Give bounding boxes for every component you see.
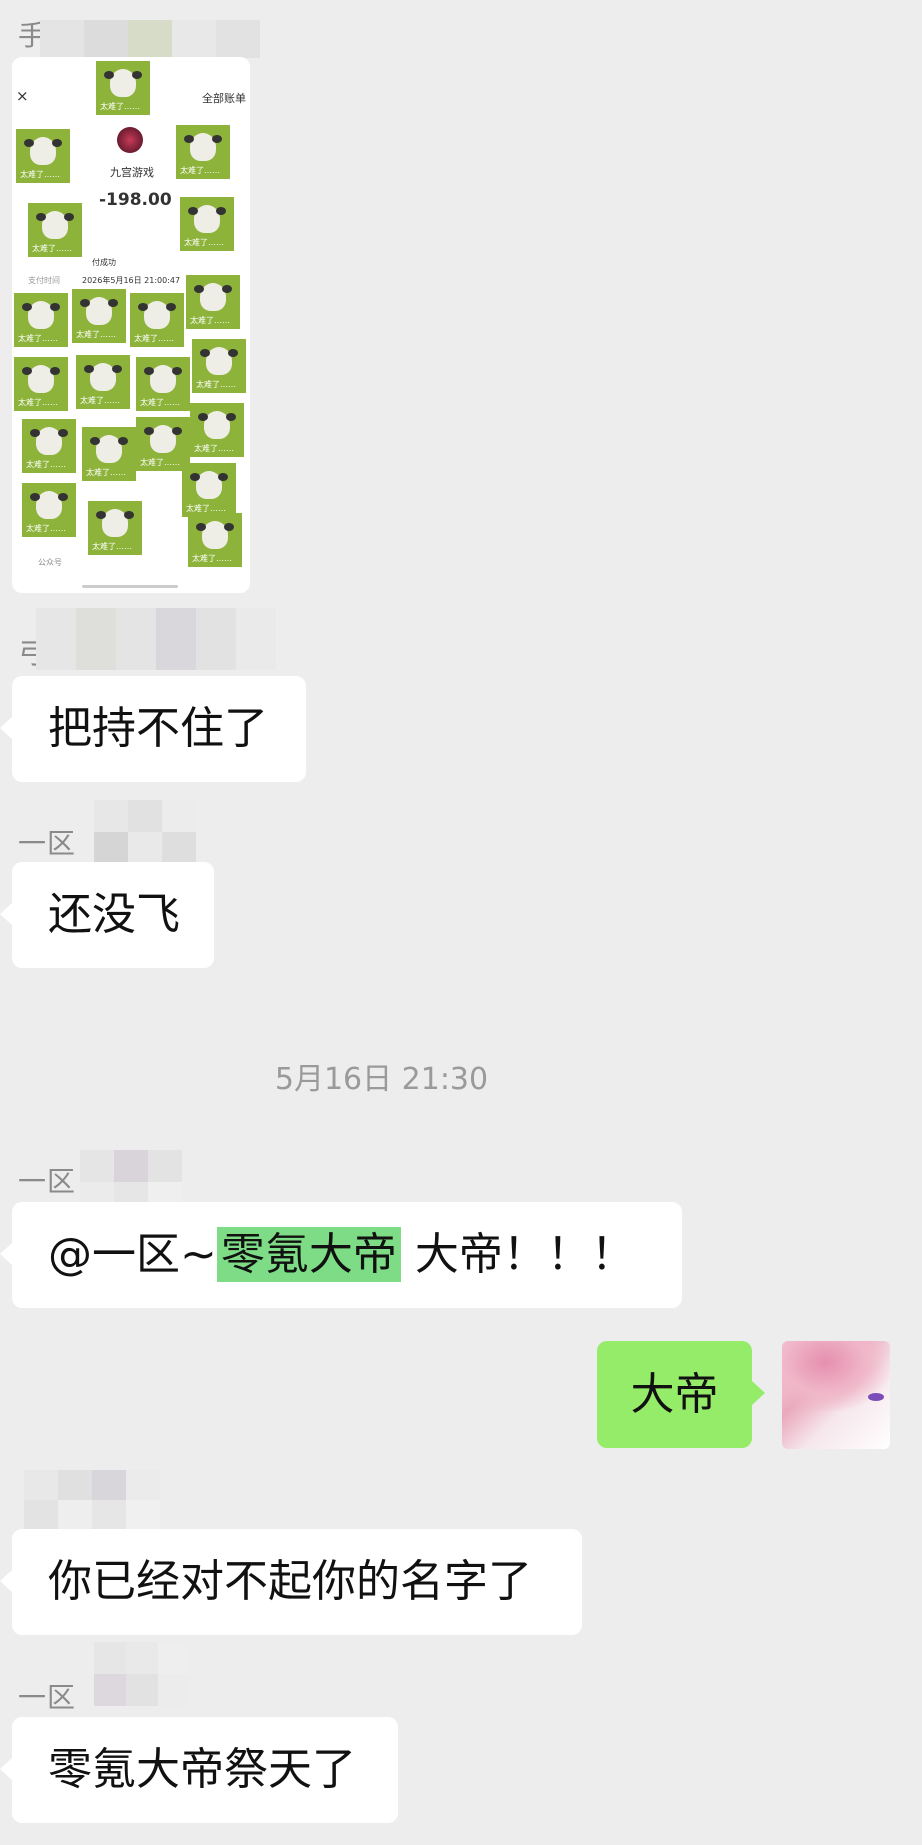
sticker: 太难了……	[130, 293, 184, 347]
sender-name: 一区	[18, 1165, 77, 1198]
sticker: 太难了……	[182, 463, 236, 517]
blurred-name-mosaic	[94, 800, 196, 864]
message-text: 你已经对不起你的名字了	[48, 1556, 532, 1607]
merchant-avatar	[117, 127, 143, 153]
pay-time-label: 支付时间	[28, 276, 60, 285]
sticker: 太难了……	[176, 125, 230, 179]
sticker: 太难了……	[190, 403, 244, 457]
message-suffix: 大帝！！！	[400, 1229, 635, 1280]
message-bubble[interactable]: 零氪大帝祭天了	[0, 1717, 398, 1823]
sticker: 太难了……	[28, 203, 82, 257]
message-bubble[interactable]: @一区~零氪大帝 大帝！！！	[0, 1202, 682, 1308]
sticker: 太难了……	[22, 419, 76, 473]
sticker: 太难了……	[192, 339, 246, 393]
sticker: 太难了……	[14, 293, 68, 347]
sticker: 太难了……	[88, 501, 142, 555]
pay-time: 2026年5月16日 21:00:47	[82, 276, 181, 285]
home-indicator	[82, 585, 178, 588]
my-message-bubble[interactable]: 大帝	[597, 1341, 765, 1448]
sticker: 太难了……	[16, 129, 70, 183]
sticker: 太难了……	[76, 355, 130, 409]
message-bubble[interactable]: 你已经对不起你的名字了	[0, 1529, 582, 1635]
sticker: 太难了……	[14, 357, 68, 411]
sender-name: 一区	[18, 827, 77, 860]
blurred-name-mosaic	[94, 1642, 190, 1706]
merchant-name: 九宫游戏	[110, 166, 154, 179]
message-bubble[interactable]: 还没飞	[0, 862, 214, 968]
sticker: 太难了……	[188, 513, 242, 567]
sender-name: 一区	[18, 1681, 77, 1714]
blurred-name-mosaic	[24, 1470, 160, 1530]
sticker: 太难了……	[72, 289, 126, 343]
mention-highlight[interactable]: 零氪大帝	[216, 1227, 401, 1282]
sticker: 太难了……	[180, 197, 234, 251]
message-text: 把持不住了	[48, 703, 268, 754]
sticker: 太难了……	[136, 357, 190, 411]
message-text: 还没飞	[48, 889, 180, 940]
all-bills-label: 全部账单	[202, 92, 246, 105]
status-text: 付成功	[92, 258, 116, 267]
timestamp: 5月16日 21:30	[274, 1062, 489, 1097]
payment-screenshot-image[interactable]: × 全部账单 九宫游戏 -198.00 付成功 支付时间 2026年5月16日 …	[12, 57, 250, 593]
blurred-name-mosaic	[36, 608, 276, 670]
message-text: @一区~零氪大帝 大帝！！！	[48, 1227, 635, 1282]
sticker: 太难了……	[82, 427, 136, 481]
message-text: 零氪大帝祭天了	[48, 1744, 356, 1795]
message-text: 大帝	[630, 1368, 719, 1420]
message-bubble[interactable]: 把持不住了	[0, 676, 306, 782]
mention-prefix: @一区~	[48, 1229, 217, 1280]
blurred-name-mosaic	[40, 20, 260, 58]
amount: -198.00	[99, 190, 172, 210]
sticker: 太难了……	[186, 275, 240, 329]
my-avatar[interactable]	[782, 1341, 890, 1449]
avatar-eye	[868, 1393, 884, 1401]
account-label: 公众号	[38, 558, 62, 567]
close-icon: ×	[16, 87, 29, 105]
sticker: 太难了……	[22, 483, 76, 537]
sticker: 太难了……	[96, 61, 150, 115]
